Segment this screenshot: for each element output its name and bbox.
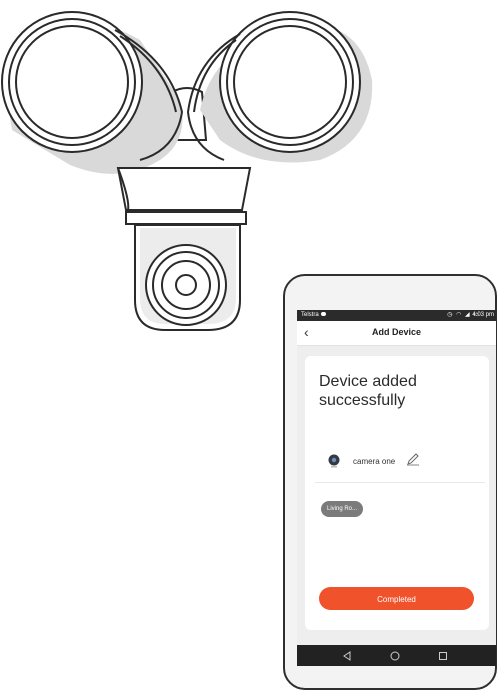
signal-icon: ◢ [465,312,471,318]
page-title: Add Device [371,327,422,337]
success-headline: Device added successfully [319,373,417,409]
pencil-icon[interactable] [406,452,420,466]
recents-square-icon[interactable] [437,650,449,662]
camera-lens-icon [145,244,227,326]
carrier-label: Telstra [301,310,326,321]
status-bar: Telstra ◷ ◠ ◢ ▭ 4:03 pm [297,310,496,321]
message-icon [320,312,326,317]
left-lamp-icon [1,11,184,174]
alarm-icon: ◷ [447,312,454,318]
device-name: camera one [353,457,396,466]
completed-button[interactable]: Completed [319,587,474,610]
android-nav-bar [297,645,496,666]
phone-screen: Telstra ◷ ◠ ◢ ▭ 4:03 pm ‹ Add Device Dev… [297,310,496,666]
device-row: camera one [315,450,485,483]
wifi-icon: ◠ [456,312,463,318]
result-card: Device added successfully camera one Liv… [305,356,489,630]
back-triangle-icon[interactable] [341,650,353,662]
room-chip[interactable]: Living Ro... [321,501,364,517]
status-time: 4:03 pm [472,312,494,318]
home-circle-icon[interactable] [389,650,401,662]
camera-thumbnail-icon [328,454,340,468]
right-lamp-icon [186,11,373,163]
app-bar: ‹ Add Device [297,321,496,346]
